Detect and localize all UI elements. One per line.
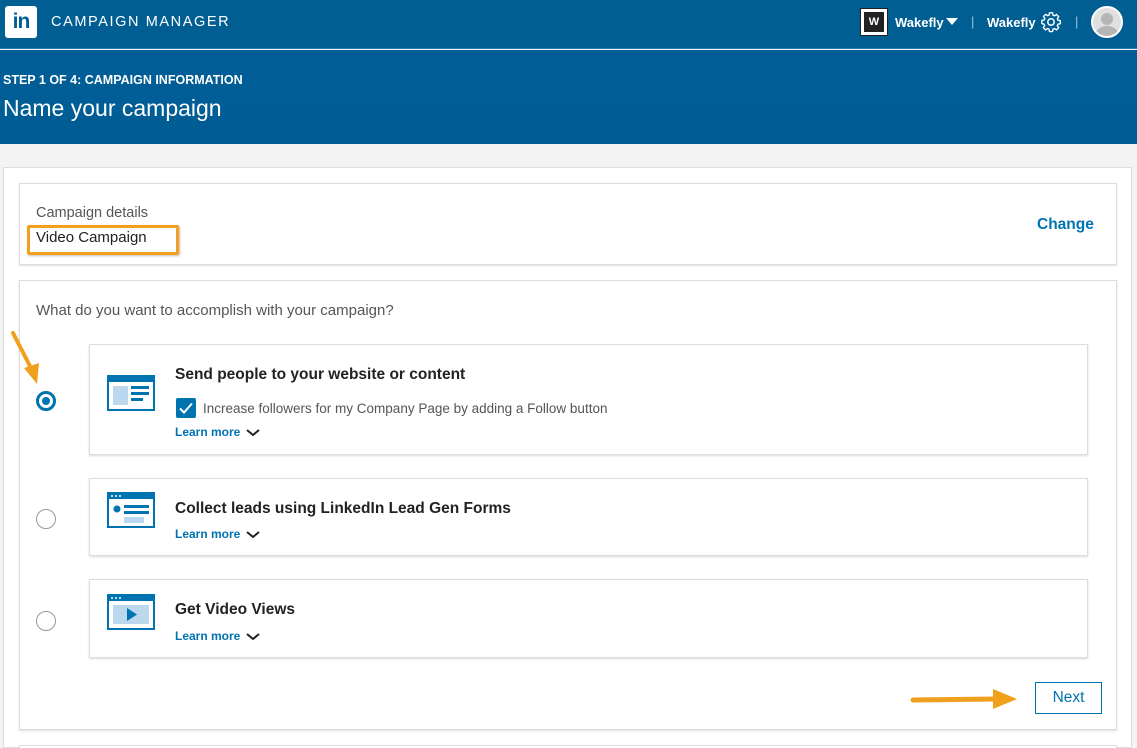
objective-option-lead-gen[interactable]: Collect leads using LinkedIn Lead Gen Fo… — [89, 478, 1088, 556]
radio-lead-gen[interactable] — [36, 509, 56, 529]
nav-separator: | — [1075, 14, 1079, 29]
follow-button-checkbox[interactable] — [176, 398, 196, 418]
campaign-details-card: Campaign details Video Campaign Change — [19, 183, 1117, 265]
option-title: Get Video Views — [175, 601, 296, 618]
lead-form-icon — [107, 492, 155, 528]
top-nav-bar: in CAMPAIGN MANAGER W Wakefly | Wakefly … — [0, 0, 1137, 49]
chevron-down-icon[interactable] — [246, 633, 260, 641]
learn-more-link[interactable]: Learn more — [175, 527, 240, 541]
chevron-down-icon[interactable] — [246, 531, 260, 539]
avatar[interactable] — [1091, 6, 1123, 38]
app-title: CAMPAIGN MANAGER — [51, 14, 231, 30]
option-title: Send people to your website or content — [175, 366, 466, 383]
video-icon — [107, 594, 155, 630]
page-header: STEP 1 OF 4: CAMPAIGN INFORMATION Name y… — [0, 50, 1137, 144]
user-silhouette-icon — [1095, 13, 1119, 36]
account-logo[interactable]: W — [860, 8, 888, 36]
chevron-down-icon[interactable] — [946, 18, 958, 25]
change-link[interactable]: Change — [1037, 216, 1094, 234]
objective-option-website[interactable]: Send people to your website or content I… — [89, 344, 1088, 455]
main-content: Campaign details Video Campaign Change W… — [3, 167, 1132, 748]
radio-video-views[interactable] — [36, 611, 56, 631]
checkmark-icon — [179, 402, 193, 414]
step-indicator: STEP 1 OF 4: CAMPAIGN INFORMATION — [3, 73, 243, 87]
objective-option-video-views[interactable]: Get Video Views Learn more — [89, 579, 1088, 658]
annotation-arrow-icon — [910, 689, 1017, 709]
checkbox-label: Increase followers for my Company Page b… — [203, 401, 608, 416]
website-icon — [107, 375, 155, 411]
user-name[interactable]: Wakefly — [987, 15, 1036, 30]
campaign-name-value: Video Campaign — [36, 229, 147, 246]
radio-website-visits[interactable] — [36, 391, 56, 411]
account-switcher[interactable]: Wakefly — [895, 15, 944, 30]
annotation-arrow-icon — [11, 331, 39, 384]
linkedin-logo[interactable]: in — [5, 6, 37, 38]
campaign-details-label: Campaign details — [36, 205, 149, 221]
learn-more-link[interactable]: Learn more — [175, 425, 240, 439]
gear-icon[interactable] — [1040, 11, 1062, 33]
objective-card: What do you want to accomplish with your… — [19, 280, 1117, 730]
next-button[interactable]: Next — [1035, 682, 1102, 714]
nav-separator: | — [971, 14, 975, 29]
chevron-down-icon[interactable] — [246, 429, 260, 437]
option-title: Collect leads using LinkedIn Lead Gen Fo… — [175, 500, 511, 517]
learn-more-link[interactable]: Learn more — [175, 629, 240, 643]
objective-question: What do you want to accomplish with your… — [36, 302, 394, 319]
account-logo-letter: W — [864, 12, 884, 32]
page-title: Name your campaign — [3, 95, 222, 121]
